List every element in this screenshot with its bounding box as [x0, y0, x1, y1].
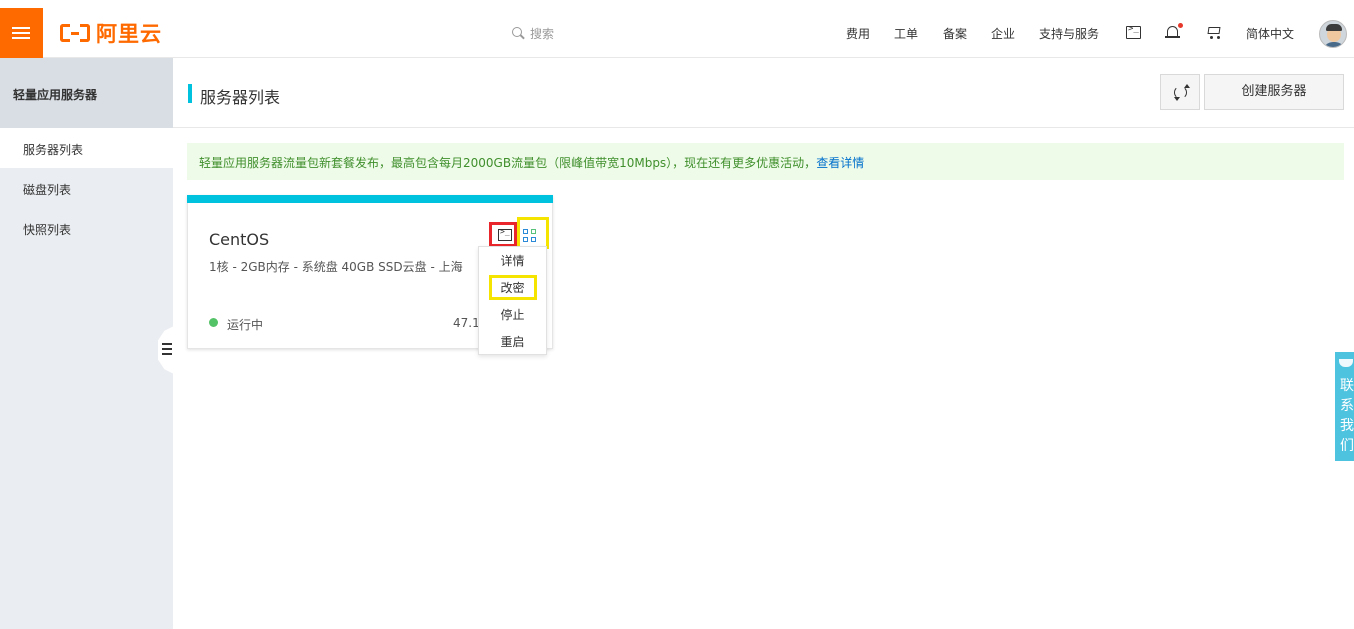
nav-enterprise[interactable]: 企业 — [991, 25, 1015, 42]
actions-dropdown: 详情 改密 停止 重启 — [478, 246, 547, 355]
search-box[interactable]: 搜索 — [512, 24, 554, 42]
search-icon — [512, 27, 524, 39]
cart-icon[interactable] — [1206, 26, 1222, 40]
notice-details-link[interactable]: 查看详情 — [816, 156, 864, 170]
notification-dot — [1178, 23, 1183, 28]
nav-support[interactable]: 支持与服务 — [1039, 25, 1099, 42]
nav-icp-filing[interactable]: 备案 — [943, 25, 967, 42]
content-header: 服务器列表 创建服务器 — [173, 58, 1354, 128]
menu-line — [12, 32, 30, 34]
sidebar-title: 轻量应用服务器 — [13, 88, 98, 102]
highlight-box-yellow — [517, 217, 549, 249]
highlight-box-red — [489, 222, 517, 247]
menu-item-details[interactable]: 详情 — [479, 249, 546, 273]
bell-icon[interactable] — [1165, 23, 1183, 40]
highlight-box-yellow — [489, 275, 537, 300]
status-dot-icon — [209, 318, 218, 327]
language-switch[interactable]: 简体中文 — [1246, 25, 1294, 42]
contact-icon — [1339, 359, 1353, 367]
sidebar-item-snapshot-list[interactable]: 快照列表 — [0, 208, 173, 248]
notice-banner: 轻量应用服务器流量包新套餐发布，最高包含每月2000GB流量包（限峰值带宽10M… — [187, 143, 1344, 180]
server-spec: 1核 - 2GB内存 - 系统盘 40GB SSD云盘 - 上海 — [209, 260, 463, 274]
menu-item-restart[interactable]: 重启 — [479, 330, 546, 354]
nav-fees[interactable]: 费用 — [846, 25, 870, 42]
menu-line — [12, 37, 30, 39]
logo-mark-icon — [58, 22, 92, 44]
sidebar-item-disk-list[interactable]: 磁盘列表 — [0, 168, 173, 208]
server-status: 运行中 — [227, 318, 264, 332]
create-server-button[interactable]: 创建服务器 — [1204, 74, 1344, 110]
sidebar-item-label: 快照列表 — [23, 223, 72, 237]
sidebar-header: 轻量应用服务器 — [0, 58, 173, 128]
server-ip: 47.1 — [453, 316, 480, 330]
search-placeholder: 搜索 — [530, 26, 555, 41]
logo-text: 阿里云 — [96, 22, 162, 46]
card-top-bar — [187, 195, 553, 203]
menu-line — [12, 27, 30, 29]
sidebar-item-label: 磁盘列表 — [23, 183, 72, 197]
contact-label: 联系我们 — [1340, 378, 1354, 454]
notice-text: 轻量应用服务器流量包新套餐发布，最高包含每月2000GB流量包（限峰值带宽10M… — [199, 156, 817, 170]
menu-button[interactable] — [0, 8, 43, 58]
sidebar: 轻量应用服务器 服务器列表 磁盘列表 快照列表 — [0, 58, 173, 629]
sidebar-item-label: 服务器列表 — [23, 143, 84, 157]
aliyun-logo[interactable]: 阿里云 — [58, 20, 162, 46]
contact-us-tab[interactable]: 联系我们 — [1335, 352, 1354, 461]
page-title: 服务器列表 — [200, 88, 281, 107]
nav-tickets[interactable]: 工单 — [894, 25, 918, 42]
sidebar-item-server-list[interactable]: 服务器列表 — [0, 128, 173, 168]
top-bar: 阿里云 搜索 费用 工单 备案 企业 支持与服务 简体中文 — [0, 8, 1354, 58]
terminal-icon[interactable] — [1126, 24, 1141, 39]
title-accent-bar — [188, 84, 192, 103]
avatar[interactable] — [1319, 20, 1347, 48]
menu-item-stop[interactable]: 停止 — [479, 303, 546, 327]
refresh-button[interactable] — [1160, 74, 1200, 110]
server-name[interactable]: CentOS — [209, 230, 269, 249]
